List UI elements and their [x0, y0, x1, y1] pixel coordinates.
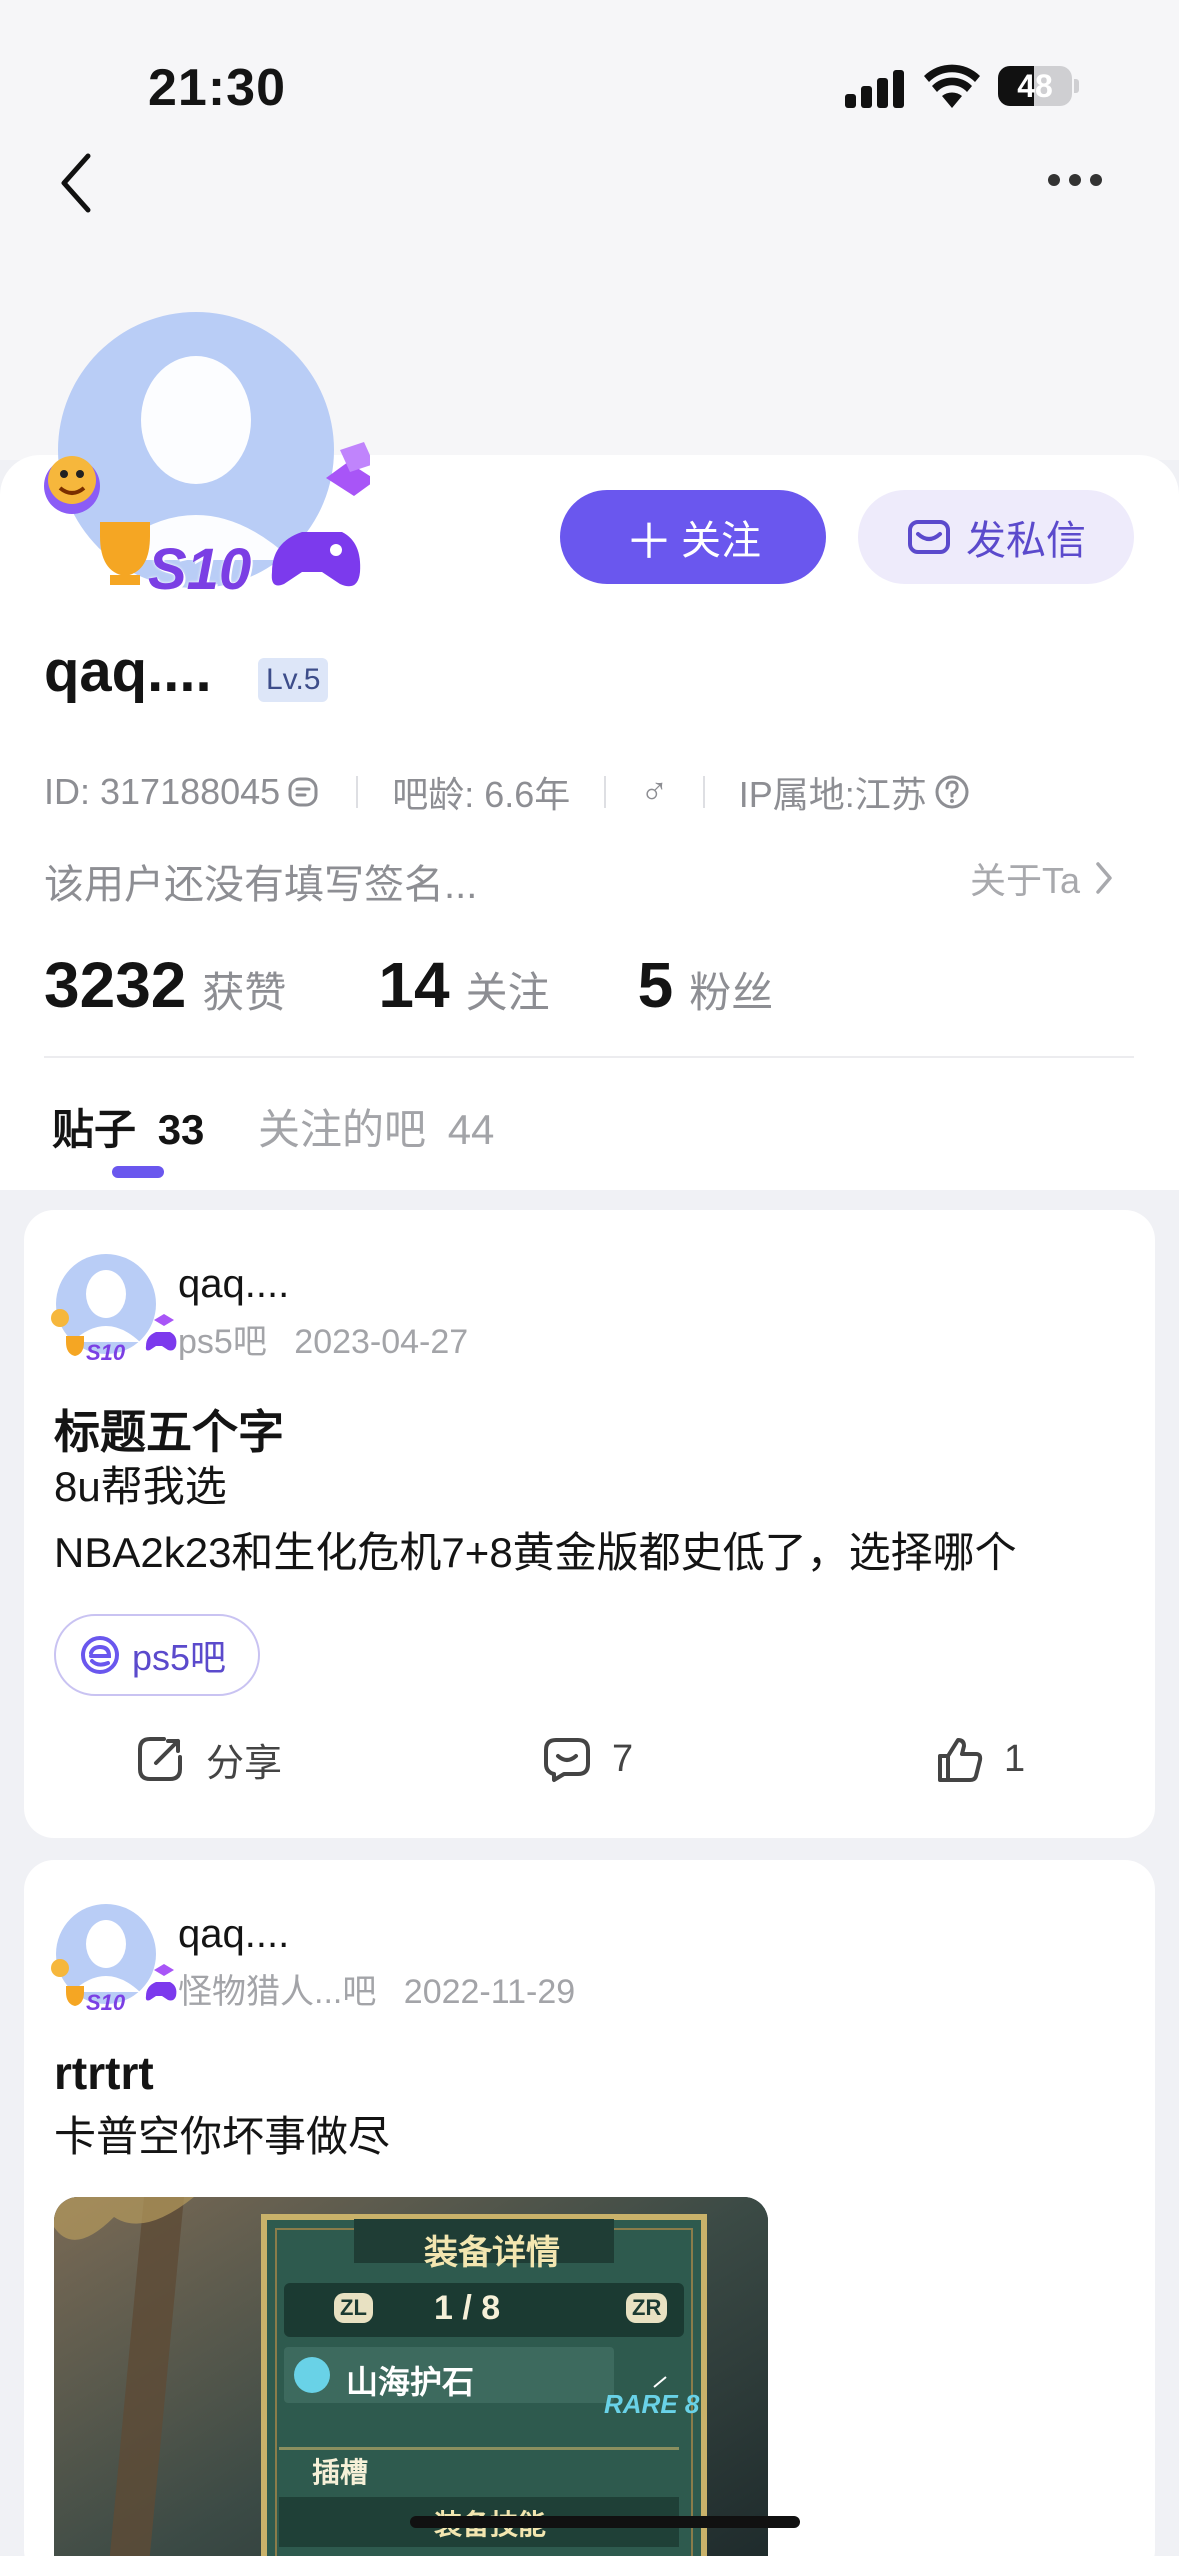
home-indicator: [410, 2516, 800, 2528]
stat-following[interactable]: 14 关注: [378, 948, 549, 1022]
plus-icon: ＋: [624, 516, 673, 569]
image-left-button: ZL: [334, 2293, 373, 2323]
thumbs-up-icon: [938, 1738, 983, 1782]
post-forum[interactable]: ps5吧: [178, 1323, 267, 1361]
tieba-logo-icon: [81, 1636, 119, 1674]
back-icon[interactable]: [52, 148, 102, 218]
post-date: 2023-04-27: [294, 1323, 469, 1361]
image-right-button: ZR: [626, 2293, 668, 2323]
tab-posts[interactable]: 贴子 33: [52, 1096, 204, 1157]
like-count: 1: [1004, 1737, 1026, 1780]
profile-meta-row: ID: 317188045 吧龄: 6.6年 ♂ IP属地:江苏: [44, 768, 971, 816]
image-slot: 插槽: [312, 2457, 369, 2488]
divider: [702, 776, 705, 808]
post-body-line: 卡普空你坏事做尽: [54, 2113, 391, 2160]
about-label: 关于Ta: [970, 860, 1081, 901]
stats-row: 3232 获赞 14 关注 5 粉丝: [44, 948, 865, 1028]
private-message-button[interactable]: 发私信: [858, 490, 1134, 584]
copy-icon[interactable]: [286, 774, 322, 810]
post-card[interactable]: S10 qaq.... 怪物猎人...吧 2022-11-29 rtrtrt 卡…: [24, 1860, 1155, 2556]
private-message-label: 发私信: [966, 519, 1086, 563]
help-icon[interactable]: [933, 773, 971, 811]
post-title: 标题五个字: [54, 1406, 284, 1458]
image-heading: 装备详情: [424, 2234, 560, 2272]
image-rarity: RARE 8: [604, 2389, 700, 2419]
about-link[interactable]: 关于Ta: [970, 852, 1114, 904]
wifi-icon: [924, 64, 980, 108]
envelope-icon: [908, 520, 950, 554]
comment-button[interactable]: 7: [542, 1724, 633, 1794]
status-time: 21:30: [148, 59, 286, 117]
tieba-age: 吧龄: 6.6年: [392, 774, 571, 815]
post-meta: ps5吧 2023-04-27: [178, 1314, 468, 1363]
tab-followed-forums[interactable]: 关注的吧 44: [258, 1096, 494, 1157]
post-forum[interactable]: 怪物猎人...吧: [178, 1973, 376, 2011]
divider: [44, 1056, 1134, 1058]
signal-icon: [845, 68, 907, 108]
follow-button[interactable]: ＋ 关注: [560, 490, 826, 584]
forum-tag[interactable]: ps5吧: [54, 1614, 260, 1696]
stat-likes[interactable]: 3232 获赞: [44, 948, 286, 1022]
status-bar: 21:30 48: [0, 0, 1179, 150]
user-bio: 该用户还没有填写签名...: [44, 863, 478, 907]
avatar[interactable]: S10: [40, 310, 376, 610]
post-author-avatar[interactable]: S10: [50, 1900, 190, 2020]
level-badge: Lv.5: [258, 658, 329, 702]
more-options-icon[interactable]: [1040, 160, 1110, 200]
post-author-name[interactable]: qaq....: [178, 1912, 289, 1957]
divider: [604, 776, 607, 808]
share-label: 分享: [206, 1742, 283, 1785]
gender-male-icon: ♂: [640, 770, 669, 813]
like-button[interactable]: 1: [934, 1724, 1025, 1794]
battery-icon: 48: [998, 66, 1079, 106]
share-button[interactable]: 分享: [134, 1724, 282, 1794]
svg-text:S10: S10: [86, 1990, 126, 2015]
comment-count: 7: [612, 1737, 634, 1780]
follow-button-label: 关注: [681, 519, 761, 563]
post-body-line: 8u帮我选: [54, 1463, 227, 1510]
username: qaq....: [44, 639, 212, 704]
image-page: 1 / 8: [434, 2289, 501, 2327]
avatar-badge: S10: [148, 537, 252, 602]
tab-indicator: [112, 1166, 164, 1178]
forum-tag-label: ps5吧: [132, 1637, 227, 1678]
battery-level: 48: [1017, 68, 1053, 104]
share-icon: [138, 1737, 182, 1781]
post-meta: 怪物猎人...吧 2022-11-29: [178, 1964, 575, 2013]
post-author-avatar[interactable]: S10: [50, 1250, 190, 1370]
divider: [356, 776, 359, 808]
chevron-right-icon: [1096, 862, 1112, 894]
image-item-name: 山海护石: [346, 2364, 475, 2400]
user-id: ID: 317188045: [44, 771, 281, 812]
post-title: rtrtrt: [54, 2047, 154, 2099]
comment-icon: [544, 1738, 590, 1782]
ip-location: IP属地:江苏: [738, 774, 927, 815]
post-image[interactable]: 装备详情 ZL 1 / 8 ZR 山海护石 RARE 8 插槽 装备技能 攻击: [54, 2197, 768, 2556]
post-date: 2022-11-29: [403, 1973, 576, 2011]
svg-text:S10: S10: [86, 1340, 126, 1365]
stat-fans[interactable]: 5 粉丝: [638, 948, 774, 1022]
post-body-line: NBA2k23和生化危机7+8黄金版都史低了，选择哪个: [54, 1529, 1017, 1576]
post-author-name[interactable]: qaq....: [178, 1262, 289, 1307]
post-card[interactable]: S10 qaq.... ps5吧 2023-04-27 标题五个字 8u帮我选 …: [24, 1210, 1155, 1838]
